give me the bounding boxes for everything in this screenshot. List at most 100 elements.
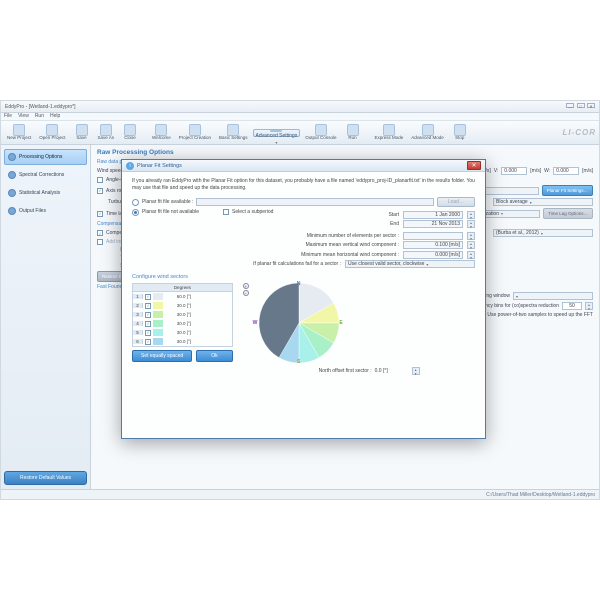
maximize-button[interactable]: □	[577, 103, 585, 108]
ok-button[interactable]: Ok	[196, 350, 232, 362]
dialog-close-button[interactable]: ✕	[467, 161, 481, 170]
w-offset-field[interactable]: 0.000	[553, 167, 579, 175]
planar-fit-dialog: i Planar Fit Settings ✕ If you already r…	[121, 159, 486, 439]
sidebar-item-output[interactable]: Output Files	[4, 203, 87, 219]
sector-swatch	[153, 302, 163, 309]
subperiod-checkbox[interactable]	[223, 209, 229, 215]
close-project-button[interactable]: Close	[119, 122, 141, 143]
degrees-header: Degrees	[133, 284, 232, 292]
adv-mode-button[interactable]: Advanced Mode	[408, 122, 447, 143]
sector-enabled-checkbox[interactable]: ✓	[145, 321, 151, 327]
sector-add-remove: + −	[243, 283, 249, 296]
restore-defaults-button[interactable]: Restore Default Values	[4, 471, 87, 485]
sector-degrees: 30.0 [°]	[163, 339, 193, 344]
time-lag-options-button[interactable]: Time Lag Options…	[543, 208, 593, 219]
page-heading: Raw Processing Options	[97, 149, 593, 156]
file-path-field[interactable]	[196, 198, 433, 206]
start-spinner[interactable]: ▲▼	[467, 211, 475, 219]
save-as-button[interactable]: Save As	[95, 122, 118, 143]
planar-fit-settings-button[interactable]: Planar Fit Settings…	[542, 185, 593, 196]
north-offset-field[interactable]: 0.0 [°]	[375, 368, 409, 374]
detrend-method-select[interactable]: Block average	[493, 198, 593, 206]
addinst-checkbox[interactable]	[97, 239, 103, 245]
compensate-checkbox[interactable]: ✓	[97, 230, 103, 236]
compass-n: N	[297, 281, 301, 287]
load-button[interactable]: Load…	[437, 197, 475, 207]
info-icon: i	[126, 162, 134, 170]
fail-policy-select[interactable]: Use closest valid sector, clockwise	[345, 260, 475, 268]
max-w-field[interactable]: 0.100 [m/s]	[403, 241, 463, 249]
menu-run[interactable]: Run	[35, 113, 44, 120]
min-elements-spinner[interactable]: ▲▼	[467, 232, 475, 240]
run-button[interactable]: Run	[342, 122, 364, 143]
file-available-radio[interactable]	[132, 199, 139, 206]
sector-row: 4✓30.0 [°]	[133, 319, 232, 328]
save-button[interactable]: Save	[71, 122, 93, 143]
project-creation-button[interactable]: Project Creation	[176, 122, 214, 143]
max-w-spinner[interactable]: ▲▼	[467, 241, 475, 249]
compass-e: E	[339, 320, 342, 326]
add-sector-button[interactable]: +	[243, 283, 249, 289]
sector-enabled-checkbox[interactable]: ✓	[145, 330, 151, 336]
sidebar-item-spectral[interactable]: Spectral Corrections	[4, 167, 87, 183]
remove-sector-button[interactable]: −	[243, 290, 249, 296]
freqbins-spinner[interactable]: ▲▼	[585, 302, 593, 310]
menu-help[interactable]: Help	[50, 113, 60, 120]
tapering-select[interactable]	[513, 292, 593, 300]
new-project-button[interactable]: New Project	[4, 122, 34, 143]
advanced-settings-button[interactable]: Advanced Settings	[253, 129, 301, 137]
basic-settings-button[interactable]: Basic Settings	[216, 122, 251, 143]
brand-logo: LI-COR	[562, 128, 596, 137]
sidebar-item-statistical[interactable]: Statistical Analysis	[4, 185, 87, 201]
north-offset-spinner[interactable]: ▲▼	[412, 367, 420, 375]
dialog-titlebar: i Planar Fit Settings ✕	[122, 160, 485, 172]
burba-select[interactable]: (Burba et al., 2012)	[493, 229, 593, 237]
min-h-field[interactable]: 0.000 [m/s]	[403, 251, 463, 259]
sector-enabled-checkbox[interactable]: ✓	[145, 294, 151, 300]
spectral-icon	[8, 171, 16, 179]
min-h-spinner[interactable]: ▲▼	[467, 251, 475, 259]
express-mode-button[interactable]: Express Mode	[372, 122, 407, 143]
timelag-checkbox[interactable]: ✓	[97, 211, 103, 217]
stop-button[interactable]: Stop	[449, 122, 471, 143]
output-console-button[interactable]: Output Console	[302, 122, 339, 143]
sector-enabled-checkbox[interactable]: ✓	[145, 303, 151, 309]
freqbins-field[interactable]: 50	[562, 302, 582, 310]
file-notavailable-radio[interactable]	[132, 209, 139, 216]
sector-enabled-checkbox[interactable]: ✓	[145, 312, 151, 318]
welcome-button[interactable]: Welcome	[149, 122, 174, 143]
output-files-icon	[8, 207, 16, 215]
min-elements-field[interactable]	[403, 232, 463, 240]
toolbar: New Project Open Project Save Save As Cl…	[1, 121, 599, 145]
minimize-button[interactable]: —	[566, 103, 574, 108]
v-offset-field[interactable]: 0.000	[501, 167, 527, 175]
window-title: EddyPro - [Wetland-1.eddypro*]	[5, 104, 76, 110]
end-spinner[interactable]: ▲▼	[467, 220, 475, 228]
dialog-intro: If you already ran EddyPro with the Plan…	[132, 178, 475, 191]
close-button[interactable]: ✕	[587, 103, 595, 108]
sector-row: 6✓30.0 [°]	[133, 337, 232, 346]
status-path: C:/Users/Thad Miller/Desktop/Wetland-1.e…	[486, 492, 595, 498]
angle-checkbox[interactable]	[97, 177, 103, 183]
sector-row: 2✓30.0 [°]	[133, 301, 232, 310]
sidebar: Processing Options Spectral Corrections …	[1, 145, 91, 489]
dialog-title: Planar Fit Settings	[137, 163, 182, 169]
sector-row: 5✓30.0 [°]	[133, 328, 232, 337]
axis-checkbox[interactable]: ✓	[97, 188, 103, 194]
sector-swatch	[153, 311, 163, 318]
menu-view[interactable]: View	[18, 113, 29, 120]
sector-enabled-checkbox[interactable]: ✓	[145, 339, 151, 345]
sector-swatch	[153, 293, 163, 300]
open-project-button[interactable]: Open Project	[36, 122, 68, 143]
menu-file[interactable]: File	[4, 113, 12, 120]
end-date-field[interactable]: 21 Nov 2013	[403, 220, 463, 228]
sidebar-item-processing[interactable]: Processing Options	[4, 149, 87, 165]
sector-row: 3✓30.0 [°]	[133, 310, 232, 319]
equally-spaced-button[interactable]: Set equally spaced	[132, 350, 192, 362]
status-bar: C:/Users/Thad Miller/Desktop/Wetland-1.e…	[1, 489, 599, 499]
compass-s: S	[297, 359, 300, 365]
start-date-field[interactable]: 1 Jan 2000	[403, 211, 463, 219]
wind-rose-chart: N E S W	[259, 283, 339, 363]
stats-icon	[8, 189, 16, 197]
configure-sectors-label: Configure wind sectors	[132, 274, 475, 280]
